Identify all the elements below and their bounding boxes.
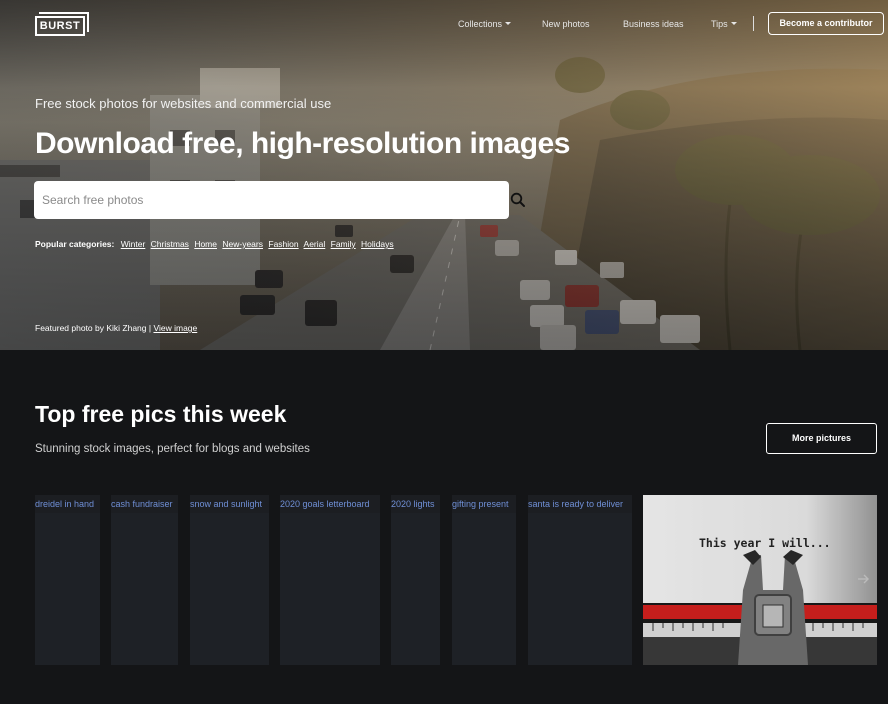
photo-tile[interactable]: santa is ready to deliver (528, 495, 632, 665)
nav-collections-label: Collections (458, 19, 503, 29)
featured-credit-text: Featured photo by Kiki Zhang | (35, 323, 152, 333)
caret-down-icon (730, 22, 737, 25)
become-contributor-button[interactable]: Become a contributor (768, 12, 884, 35)
photo-placeholder (452, 513, 516, 665)
nav-business-ideas[interactable]: Business ideas (623, 19, 684, 29)
category-link-home[interactable]: Home (194, 239, 217, 249)
photo-tile-caption: dreidel in hand (35, 499, 95, 509)
search-input[interactable] (34, 181, 474, 219)
photo-tile[interactable]: dreidel in hand (35, 495, 100, 665)
section-title: Top free pics this week (35, 401, 287, 427)
photo-tile-caption: 2020 lights (391, 499, 435, 509)
hero-subtitle: Free stock photos for websites and comme… (35, 96, 332, 111)
nav-new-photos-label: New photos (542, 19, 590, 29)
category-link-christmas[interactable]: Christmas (151, 239, 189, 249)
photo-tile[interactable]: 2020 lights (391, 495, 440, 665)
typewriter-photo (643, 495, 877, 665)
nav-collections[interactable]: Collections (458, 19, 512, 29)
nav-business-ideas-label: Business ideas (623, 19, 684, 29)
nav-new-photos[interactable]: New photos (542, 19, 590, 29)
photo-placeholder (391, 513, 440, 665)
photo-placeholder (35, 513, 100, 665)
chevron-right-icon[interactable] (856, 572, 870, 586)
photo-tile[interactable]: gifting present (452, 495, 516, 665)
view-image-link[interactable]: View image (153, 323, 197, 333)
section-subtitle: Stunning stock images, perfect for blogs… (35, 443, 310, 455)
category-link-holidays[interactable]: Holidays (361, 239, 394, 249)
hero-background-photo (0, 0, 888, 350)
photo-tile-typewriter[interactable]: This year I will... (643, 495, 877, 665)
category-link-family[interactable]: Family (331, 239, 356, 249)
photo-tile[interactable]: snow and sunlight (190, 495, 269, 665)
caret-down-icon (505, 22, 512, 25)
category-link-winter[interactable]: Winter (121, 239, 146, 249)
logo-text: BURST (35, 16, 85, 36)
nav-divider (753, 16, 754, 31)
popular-categories-label: Popular categories: (35, 239, 115, 249)
photo-placeholder (528, 513, 632, 665)
burst-logo[interactable]: BURST (35, 12, 91, 36)
popular-categories: Popular categories: Winter Christmas Hom… (35, 239, 397, 249)
featured-photo-credit: Featured photo by Kiki Zhang | View imag… (35, 323, 197, 333)
search-bar (34, 181, 525, 219)
hero-banner: BURST Collections New photos Business id… (0, 0, 888, 350)
typed-text: This year I will... (699, 536, 831, 550)
hero-title: Download free, high-resolution images (35, 127, 570, 160)
photo-placeholder (280, 513, 380, 665)
photo-tile-caption: cash fundraiser (111, 499, 173, 509)
photo-tile-caption: snow and sunlight (190, 499, 263, 509)
more-pictures-button[interactable]: More pictures (766, 423, 877, 454)
nav-tips-label: Tips (711, 19, 728, 29)
photo-placeholder (190, 513, 269, 665)
search-icon[interactable] (510, 192, 526, 208)
photo-tile[interactable]: 2020 goals letterboard (280, 495, 380, 665)
photo-tile-caption: 2020 goals letterboard (280, 499, 370, 509)
nav-tips[interactable]: Tips (711, 19, 737, 29)
category-link-fashion[interactable]: Fashion (268, 239, 298, 249)
photo-tile[interactable]: cash fundraiser (111, 495, 178, 665)
photo-tile-caption: gifting present (452, 499, 509, 509)
photo-placeholder (111, 513, 178, 665)
photo-tile-caption: santa is ready to deliver (528, 499, 624, 509)
category-link-new-years[interactable]: New-years (222, 239, 263, 249)
category-link-aerial[interactable]: Aerial (304, 239, 326, 249)
